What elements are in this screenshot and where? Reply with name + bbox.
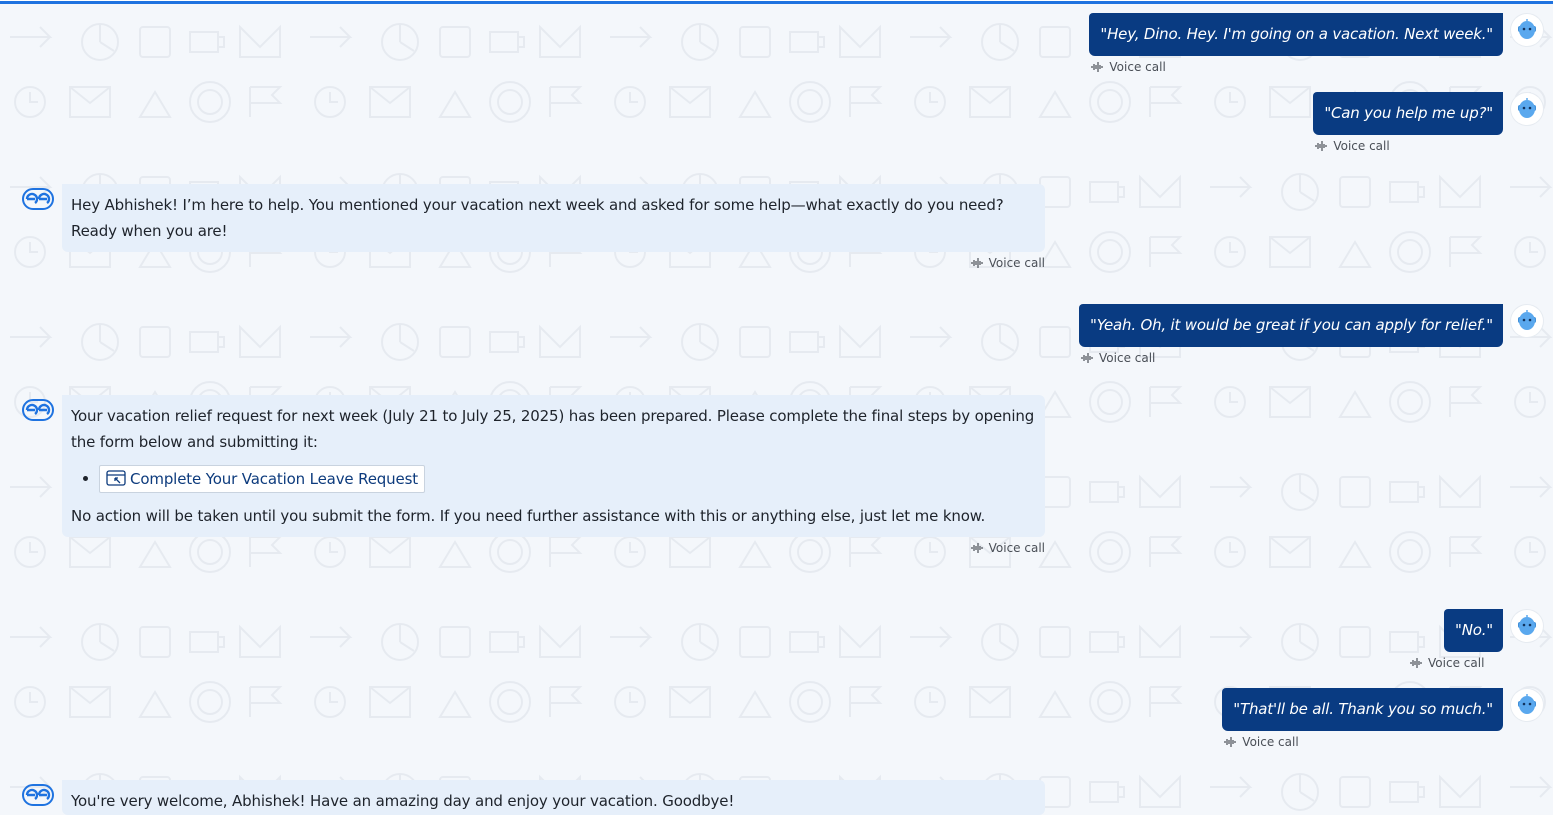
sound-wave-icon bbox=[1081, 353, 1093, 363]
robot-avatar-icon bbox=[1511, 610, 1543, 642]
user-message: "Hey, Dino. Hey. I'm going on a vacation… bbox=[1089, 13, 1543, 75]
assistant-message-bubble: Your vacation relief request for next we… bbox=[62, 395, 1045, 537]
robot-avatar-icon bbox=[1511, 305, 1543, 337]
assistant-logo-icon bbox=[22, 784, 54, 808]
assistant-message-bubble: Hey Abhishek! I’m here to help. You ment… bbox=[62, 184, 1045, 252]
user-message: "No." Voice call bbox=[1410, 609, 1543, 671]
link-list: Complete Your Vacation Leave Request bbox=[71, 463, 1035, 493]
robot-avatar-icon bbox=[1511, 689, 1543, 721]
assistant-message-outro: No action will be taken until you submit… bbox=[71, 507, 986, 525]
user-message: "That'll be all. Thank you so much." Voi… bbox=[1222, 688, 1543, 750]
assistant-message: Your vacation relief request for next we… bbox=[22, 395, 1045, 556]
user-message-bubble: "No." bbox=[1444, 609, 1503, 652]
message-meta: Voice call bbox=[1081, 350, 1155, 366]
voice-call-label: Voice call bbox=[1333, 139, 1390, 153]
user-message-bubble: "Hey, Dino. Hey. I'm going on a vacation… bbox=[1089, 13, 1503, 56]
sound-wave-icon bbox=[1410, 658, 1422, 668]
voice-call-label: Voice call bbox=[988, 541, 1045, 555]
assistant-message-bubble: You're very welcome, Abhishek! Have an a… bbox=[62, 780, 1045, 815]
sound-wave-icon bbox=[1091, 62, 1104, 72]
sound-wave-icon bbox=[1224, 737, 1236, 747]
assistant-logo-icon bbox=[22, 399, 54, 423]
voice-call-label: Voice call bbox=[988, 256, 1045, 270]
vacation-leave-form-link-label: Complete Your Vacation Leave Request bbox=[130, 469, 418, 488]
chat-thread: "Hey, Dino. Hey. I'm going on a vacation… bbox=[0, 0, 1553, 815]
user-message: "Yeah. Oh, it would be great if you can … bbox=[1079, 304, 1543, 366]
external-form-icon bbox=[106, 469, 126, 486]
robot-avatar-icon bbox=[1511, 93, 1543, 125]
sound-wave-icon bbox=[971, 543, 983, 553]
message-meta: Voice call bbox=[1410, 655, 1484, 671]
assistant-message: Hey Abhishek! I’m here to help. You ment… bbox=[22, 184, 1045, 271]
sound-wave-icon bbox=[971, 258, 983, 268]
message-meta: Voice call bbox=[1315, 138, 1390, 154]
message-meta: Voice call bbox=[971, 255, 1045, 271]
assistant-logo-icon bbox=[22, 188, 54, 212]
assistant-message-intro: Your vacation relief request for next we… bbox=[71, 407, 1035, 451]
message-meta: Voice call bbox=[1224, 734, 1299, 750]
assistant-message-text: Hey Abhishek! I’m here to help. You ment… bbox=[71, 196, 1004, 240]
message-meta: Voice call bbox=[971, 540, 1045, 556]
assistant-message: You're very welcome, Abhishek! Have an a… bbox=[22, 780, 1045, 815]
user-message-bubble: "Can you help me up?" bbox=[1313, 92, 1503, 135]
list-item: Complete Your Vacation Leave Request bbox=[99, 463, 1035, 493]
voice-call-label: Voice call bbox=[1428, 656, 1485, 670]
voice-call-label: Voice call bbox=[1109, 60, 1166, 74]
user-message-bubble: "Yeah. Oh, it would be great if you can … bbox=[1079, 304, 1503, 347]
robot-avatar-icon bbox=[1511, 14, 1543, 46]
sound-wave-icon bbox=[1315, 141, 1327, 151]
vacation-leave-form-link[interactable]: Complete Your Vacation Leave Request bbox=[99, 464, 425, 493]
message-meta: Voice call bbox=[1091, 59, 1166, 75]
user-message: "Can you help me up?" Voice call bbox=[1313, 92, 1543, 154]
voice-call-label: Voice call bbox=[1242, 735, 1299, 749]
assistant-message-text: You're very welcome, Abhishek! Have an a… bbox=[71, 792, 735, 810]
user-message-bubble: "That'll be all. Thank you so much." bbox=[1222, 688, 1503, 731]
voice-call-label: Voice call bbox=[1099, 351, 1156, 365]
